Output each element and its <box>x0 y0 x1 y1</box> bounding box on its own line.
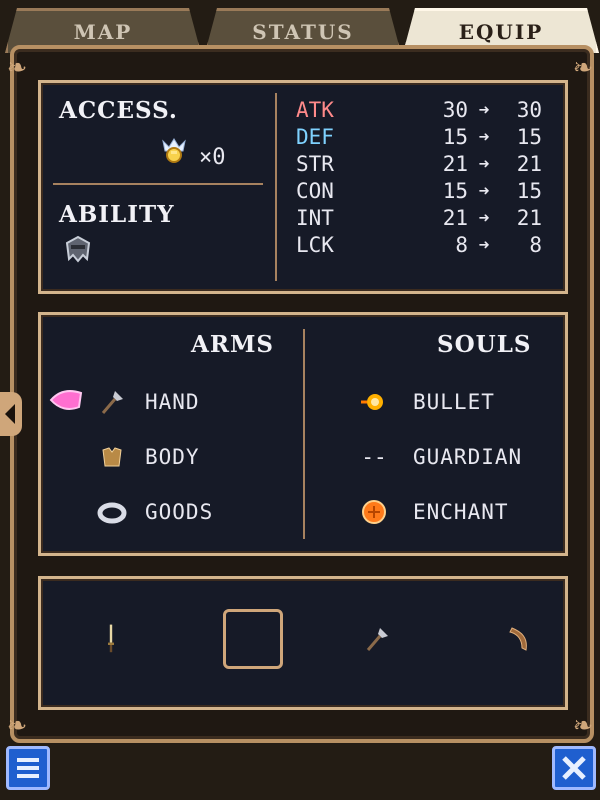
stats-list: ATK 30 ➜ 30 DEF 15 ➜ 15 STR 21 ➜ 21 CON … <box>296 97 546 259</box>
stat-row-atk: ATK 30 ➜ 30 <box>296 97 546 124</box>
souls-header: SOULS <box>437 331 532 358</box>
slot-label: ENCHANT <box>413 500 509 524</box>
slot-label: GUARDIAN <box>413 445 523 469</box>
souls-row-enchant[interactable]: ENCHANT <box>359 495 509 529</box>
close-icon <box>562 756 586 780</box>
ability-label: ABILITY <box>59 201 175 228</box>
stat-new: 21 <box>516 206 542 230</box>
summary-panel: ACCESS. ×0 ABILITY ATK 30 ➜ 30 DEF 15 ➜ … <box>38 80 568 294</box>
stat-current: 8 <box>455 233 468 257</box>
stat-row-con: CON 15 ➜ 15 <box>296 178 546 205</box>
arrow-right-icon: ➜ <box>478 208 490 229</box>
arrow-right-icon: ➜ <box>478 181 490 202</box>
arrow-right-icon: ➜ <box>478 100 490 121</box>
stat-current: 15 <box>442 125 468 149</box>
bullet-soul-icon <box>359 387 389 417</box>
stat-name: ATK <box>296 98 334 122</box>
arms-row-hand[interactable]: HAND <box>97 385 200 419</box>
souls-row-guardian[interactable]: -- GUARDIAN <box>359 440 522 474</box>
divider <box>53 183 263 185</box>
stat-row-def: DEF 15 ➜ 15 <box>296 124 546 151</box>
stat-current: 21 <box>442 206 468 230</box>
ability-icon <box>65 235 91 263</box>
arms-row-goods[interactable]: GOODS <box>97 495 213 529</box>
access-count: ×0 <box>199 145 226 170</box>
divider <box>275 93 277 281</box>
enchant-soul-icon <box>359 497 389 527</box>
quick-slot-4[interactable] <box>489 609 549 669</box>
stat-new: 30 <box>516 98 542 122</box>
quick-slot-3[interactable] <box>347 609 407 669</box>
close-button[interactable] <box>552 746 596 790</box>
slot-label: HAND <box>145 390 200 414</box>
stat-row-str: STR 21 ➜ 21 <box>296 151 546 178</box>
stat-new: 15 <box>516 125 542 149</box>
arrow-right-icon: ➜ <box>478 235 490 256</box>
arms-row-body[interactable]: BODY <box>97 440 200 474</box>
armor-icon <box>97 442 127 472</box>
arrow-right-icon: ➜ <box>478 127 490 148</box>
equipment-panel: ARMS SOULS HAND BODY GOODS BULLET -- GUA… <box>38 312 568 556</box>
corner-ornament-top-right: ❧ <box>573 49 593 84</box>
axe-icon <box>366 628 388 651</box>
empty-marker: -- <box>361 445 387 469</box>
quick-slot-2[interactable] <box>223 609 283 669</box>
corner-ornament-bottom-left: ❧ <box>7 707 27 742</box>
stat-new: 21 <box>516 152 542 176</box>
souls-row-bullet[interactable]: BULLET <box>359 385 495 419</box>
stat-name: LCK <box>296 233 334 257</box>
stat-row-int: INT 21 ➜ 21 <box>296 205 546 232</box>
axe-icon <box>97 387 127 417</box>
stat-row-lck: LCK 8 ➜ 8 <box>296 232 546 259</box>
menu-button[interactable] <box>6 746 50 790</box>
hand-cursor-icon <box>49 390 83 410</box>
slot-label: BULLET <box>413 390 495 414</box>
boomerang-icon <box>509 627 527 651</box>
slot-label: GOODS <box>145 500 214 524</box>
slot-label: BODY <box>145 445 200 469</box>
stat-name: INT <box>296 206 334 230</box>
quick-slot-1[interactable] <box>81 609 141 669</box>
arms-header: ARMS <box>191 331 275 358</box>
quick-slots-panel <box>38 576 568 710</box>
stat-name: DEF <box>296 125 334 149</box>
amulet-icon <box>162 138 186 163</box>
list-icon <box>17 758 39 778</box>
stat-name: STR <box>296 152 334 176</box>
corner-ornament-top-left: ❧ <box>7 49 27 84</box>
stat-new: 15 <box>516 179 542 203</box>
stat-current: 15 <box>442 179 468 203</box>
stat-name: CON <box>296 179 334 203</box>
left-arrow-icon[interactable] <box>0 392 22 436</box>
corner-ornament-bottom-right: ❧ <box>573 707 593 742</box>
divider <box>303 329 305 539</box>
stat-new: 8 <box>529 233 542 257</box>
ring-icon <box>97 497 127 527</box>
dagger-icon <box>108 624 114 653</box>
stat-current: 21 <box>442 152 468 176</box>
stat-current: 30 <box>442 98 468 122</box>
arrow-right-icon: ➜ <box>478 154 490 175</box>
access-label: ACCESS. <box>59 97 178 124</box>
